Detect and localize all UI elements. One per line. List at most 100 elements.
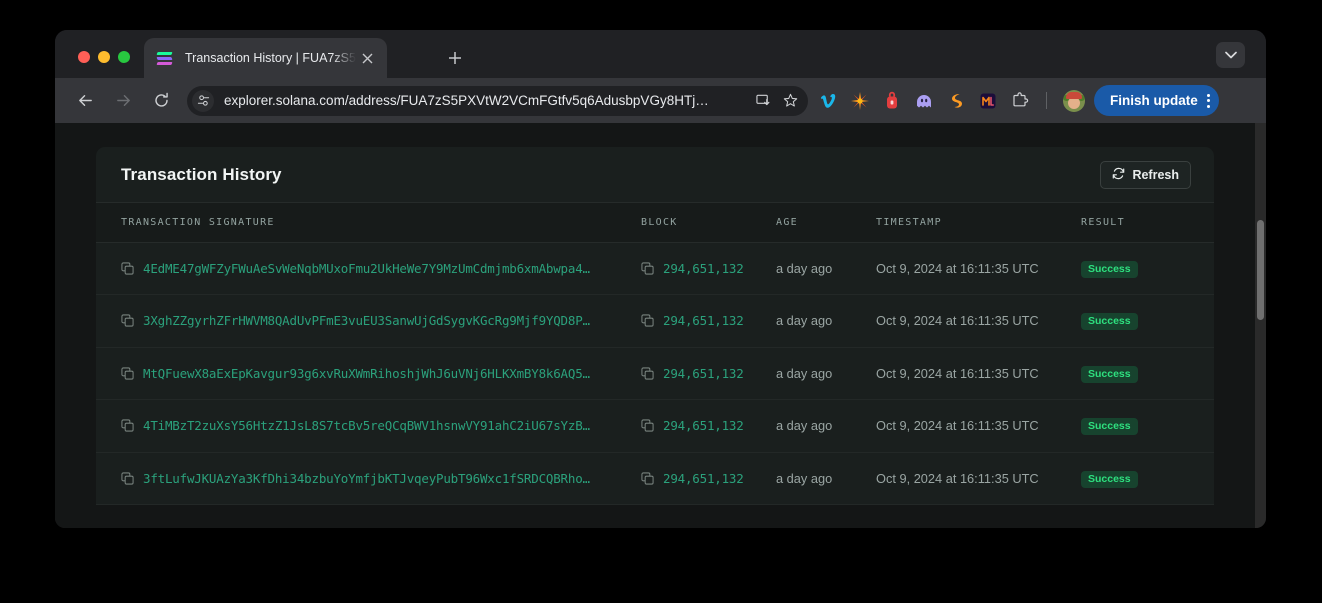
url-text: explorer.solana.com/address/FUA7zS5PXVtW… xyxy=(224,93,709,108)
refresh-icon xyxy=(1112,167,1125,183)
metamask-extension-icon[interactable] xyxy=(977,90,998,111)
column-header-age: AGE xyxy=(776,203,876,243)
cell-age: a day ago xyxy=(776,242,876,295)
cell-block: 294,651,132 xyxy=(641,347,776,400)
copy-icon[interactable] xyxy=(121,314,134,327)
page-viewport: Transaction History Refresh TRANSACTION … xyxy=(55,123,1266,528)
kebab-menu-icon[interactable] xyxy=(1206,93,1210,108)
finish-update-button[interactable]: Finish update xyxy=(1094,85,1219,116)
copy-icon[interactable] xyxy=(641,472,654,485)
cell-timestamp: Oct 9, 2024 at 16:11:35 UTC xyxy=(876,242,1081,295)
status-badge: Success xyxy=(1081,313,1138,331)
tab-search-button[interactable] xyxy=(1216,42,1245,68)
finish-update-label: Finish update xyxy=(1110,93,1198,108)
cell-timestamp: Oct 9, 2024 at 16:11:35 UTC xyxy=(876,399,1081,453)
status-badge: Success xyxy=(1081,418,1138,436)
sparkle-extension-icon[interactable] xyxy=(849,90,870,111)
signature-link[interactable]: 4EdME47gWFZyFWuAeSvWeNqbMUxoFmu2UkHeWe7Y… xyxy=(143,261,590,276)
signature-link[interactable]: 3XghZZgyrhZFrHWVM8QAdUvPFmE3vuEU3SanwUjG… xyxy=(143,313,590,328)
cell-result: Success xyxy=(1081,347,1214,400)
column-header-result: RESULT xyxy=(1081,203,1214,243)
cell-age: a day ago xyxy=(776,347,876,400)
copy-icon[interactable] xyxy=(641,262,654,275)
block-link[interactable]: 294,651,132 xyxy=(663,313,744,328)
cell-block: 294,651,132 xyxy=(641,452,776,505)
bookmark-star-icon[interactable] xyxy=(778,89,802,113)
table-header-row: TRANSACTION SIGNATURE BLOCK AGE TIMESTAM… xyxy=(96,203,1214,243)
signature-link[interactable]: 4TiMBzT2zuXsY56HtzZ1JsL8S7tcBv5reQCqBWV1… xyxy=(143,418,590,433)
page-scrollbar[interactable] xyxy=(1255,123,1266,528)
copy-icon[interactable] xyxy=(121,367,134,380)
block-link[interactable]: 294,651,132 xyxy=(663,366,744,381)
cell-timestamp: Oct 9, 2024 at 16:11:35 UTC xyxy=(876,452,1081,505)
table-row[interactable]: 3ftLufwJKUAzYa3KfDhi34bzbuYoYmfjbKTJvqey… xyxy=(96,452,1214,505)
signature-link[interactable]: MtQFuewX8aExEpKavgur93g6xvRuXWmRihoshjWh… xyxy=(143,366,590,381)
close-tab-icon[interactable] xyxy=(356,47,378,69)
browser-window: Transaction History | FUA7zS5 explorer.s… xyxy=(55,30,1266,528)
install-app-icon[interactable] xyxy=(751,89,775,113)
status-badge: Success xyxy=(1081,260,1138,278)
copy-icon[interactable] xyxy=(121,262,134,275)
cell-age: a day ago xyxy=(776,452,876,505)
copy-icon[interactable] xyxy=(641,367,654,380)
copy-icon[interactable] xyxy=(641,419,654,432)
table-body: 4EdME47gWFZyFWuAeSvWeNqbMUxoFmu2UkHeWe7Y… xyxy=(96,242,1214,505)
cell-signature: 4EdME47gWFZyFWuAeSvWeNqbMUxoFmu2UkHeWe7Y… xyxy=(96,242,641,295)
profile-avatar[interactable] xyxy=(1063,89,1085,112)
table-header: TRANSACTION SIGNATURE BLOCK AGE TIMESTAM… xyxy=(96,203,1214,243)
block-link[interactable]: 294,651,132 xyxy=(663,471,744,486)
minimize-window-button[interactable] xyxy=(98,51,110,63)
transaction-history-card: Transaction History Refresh TRANSACTION … xyxy=(96,147,1214,505)
cell-timestamp: Oct 9, 2024 at 16:11:35 UTC xyxy=(876,347,1081,400)
table-row[interactable]: MtQFuewX8aExEpKavgur93g6xvRuXWmRihoshjWh… xyxy=(96,347,1214,400)
phantom-extension-icon[interactable] xyxy=(913,90,934,111)
close-window-button[interactable] xyxy=(78,51,90,63)
reload-button[interactable] xyxy=(146,86,176,116)
forward-button[interactable] xyxy=(108,86,138,116)
zoom-window-button[interactable] xyxy=(118,51,130,63)
cell-signature: 4TiMBzT2zuXsY56HtzZ1JsL8S7tcBv5reQCqBWV1… xyxy=(96,399,641,453)
address-bar[interactable]: explorer.solana.com/address/FUA7zS5PXVtW… xyxy=(187,85,808,116)
cell-timestamp: Oct 9, 2024 at 16:11:35 UTC xyxy=(876,294,1081,348)
backpack-extension-icon[interactable] xyxy=(881,90,902,111)
cell-age: a day ago xyxy=(776,294,876,348)
page-title: Transaction History xyxy=(121,164,282,184)
table-row[interactable]: 3XghZZgyrhZFrHWVM8QAdUvPFmE3vuEU3SanwUjG… xyxy=(96,294,1214,348)
column-header-block: BLOCK xyxy=(641,203,776,243)
site-settings-icon[interactable] xyxy=(192,89,214,112)
signature-link[interactable]: 3ftLufwJKUAzYa3KfDhi34bzbuYoYmfjbKTJvqey… xyxy=(143,471,590,486)
cell-signature: 3XghZZgyrhZFrHWVM8QAdUvPFmE3vuEU3SanwUjG… xyxy=(96,294,641,348)
status-badge: Success xyxy=(1081,470,1138,488)
cell-result: Success xyxy=(1081,452,1214,505)
cell-block: 294,651,132 xyxy=(641,242,776,295)
cell-signature: 3ftLufwJKUAzYa3KfDhi34bzbuYoYmfjbKTJvqey… xyxy=(96,452,641,505)
new-tab-button[interactable] xyxy=(441,44,469,72)
toolbar-divider xyxy=(1046,92,1047,109)
cell-block: 294,651,132 xyxy=(641,294,776,348)
cell-result: Success xyxy=(1081,294,1214,348)
vimeo-extension-icon[interactable] xyxy=(817,90,838,111)
cell-result: Success xyxy=(1081,399,1214,453)
table-row[interactable]: 4EdME47gWFZyFWuAeSvWeNqbMUxoFmu2UkHeWe7Y… xyxy=(96,242,1214,295)
card-header: Transaction History Refresh xyxy=(96,147,1214,203)
copy-icon[interactable] xyxy=(121,472,134,485)
column-header-timestamp: TIMESTAMP xyxy=(876,203,1081,243)
extensions-puzzle-icon[interactable] xyxy=(1009,90,1030,111)
browser-tab[interactable]: Transaction History | FUA7zS5 xyxy=(144,38,387,78)
page-scrollbar-thumb[interactable] xyxy=(1257,220,1264,320)
copy-icon[interactable] xyxy=(121,419,134,432)
block-link[interactable]: 294,651,132 xyxy=(663,261,744,276)
status-badge: Success xyxy=(1081,365,1138,383)
transactions-table: TRANSACTION SIGNATURE BLOCK AGE TIMESTAM… xyxy=(96,203,1214,505)
refresh-button[interactable]: Refresh xyxy=(1100,160,1191,189)
tab-strip: Transaction History | FUA7zS5 xyxy=(55,30,1266,78)
copy-icon[interactable] xyxy=(641,314,654,327)
back-button[interactable] xyxy=(70,86,100,116)
tab-title: Transaction History | FUA7zS5 xyxy=(185,51,356,65)
refresh-label: Refresh xyxy=(1132,167,1179,182)
solflare-extension-icon[interactable] xyxy=(945,90,966,111)
browser-toolbar: explorer.solana.com/address/FUA7zS5PXVtW… xyxy=(55,78,1266,123)
block-link[interactable]: 294,651,132 xyxy=(663,418,744,433)
column-header-signature: TRANSACTION SIGNATURE xyxy=(96,203,641,243)
table-row[interactable]: 4TiMBzT2zuXsY56HtzZ1JsL8S7tcBv5reQCqBWV1… xyxy=(96,399,1214,453)
